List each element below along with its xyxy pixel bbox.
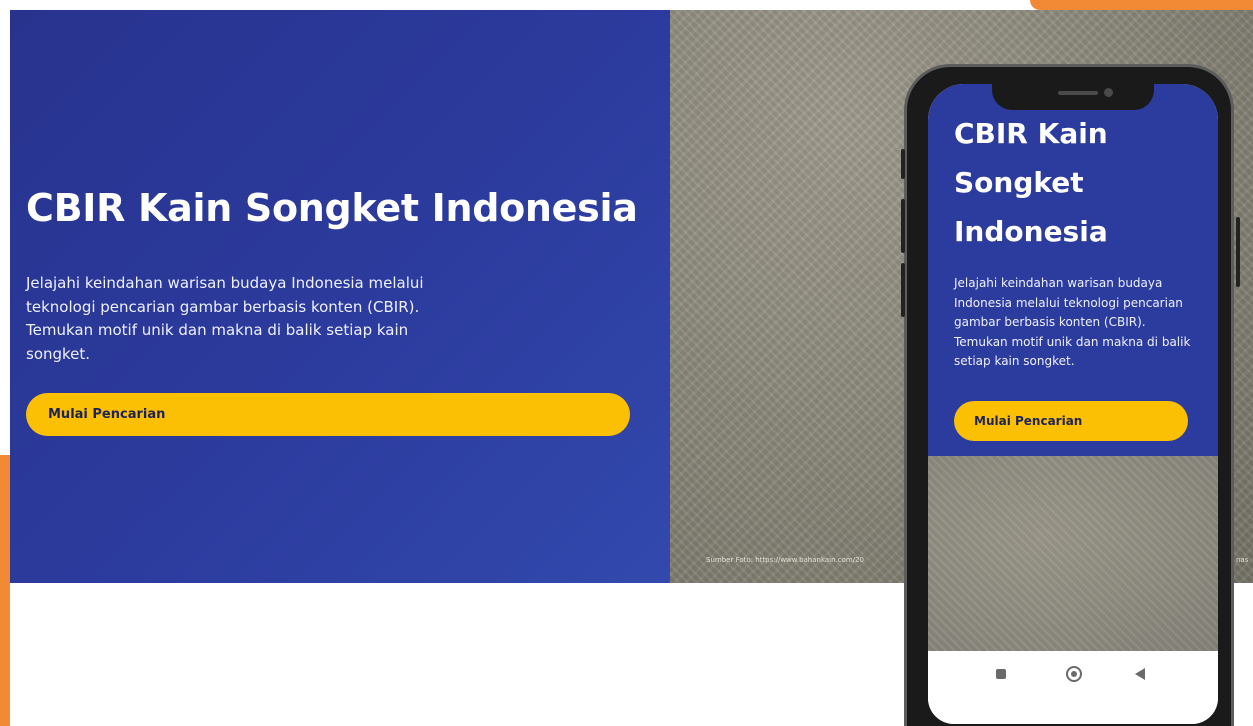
- android-nav-bar: [928, 651, 1218, 724]
- orange-accent-bar-left: [0, 455, 10, 726]
- phone-volume-down-button: [901, 263, 905, 317]
- phone-notch: [992, 84, 1154, 110]
- phone-screen: CBIR Kain Songket Indonesia Jelajahi kei…: [928, 84, 1218, 724]
- mobile-songket-photo: [928, 456, 1218, 651]
- mobile-start-search-button[interactable]: Mulai Pencarian: [954, 401, 1188, 441]
- phone-power-button: [1236, 217, 1240, 287]
- start-search-button[interactable]: Mulai Pencarian: [26, 393, 630, 436]
- mobile-hero-panel: CBIR Kain Songket Indonesia Jelajahi kei…: [928, 84, 1218, 456]
- orange-accent-bar-top: [1030, 0, 1253, 10]
- speaker-grille: [1058, 91, 1098, 95]
- phone-volume-up-button: [901, 199, 905, 253]
- mobile-hero-title: CBIR Kain Songket Indonesia: [954, 117, 1108, 248]
- hero-description: Jelajahi keindahan warisan budaya Indone…: [26, 274, 424, 363]
- photo-credit: Sumber Foto: https://www.bahankain.com/2…: [706, 556, 865, 564]
- photo-credit-tail: nas: [1236, 556, 1249, 564]
- hero-blue-panel: CBIR Kain Songket Indonesia Jelajahi kei…: [10, 10, 670, 583]
- home-icon[interactable]: [1066, 666, 1082, 682]
- phone-side-button: [901, 149, 905, 179]
- mobile-hero-description: Jelajahi keindahan warisan budaya Indone…: [954, 276, 1191, 368]
- recent-apps-icon[interactable]: [996, 669, 1006, 679]
- back-icon[interactable]: [1135, 668, 1145, 680]
- mobile-phone-mockup: CBIR Kain Songket Indonesia Jelajahi kei…: [901, 64, 1240, 726]
- hero-title: CBIR Kain Songket Indonesia: [26, 186, 638, 230]
- front-camera: [1104, 88, 1113, 97]
